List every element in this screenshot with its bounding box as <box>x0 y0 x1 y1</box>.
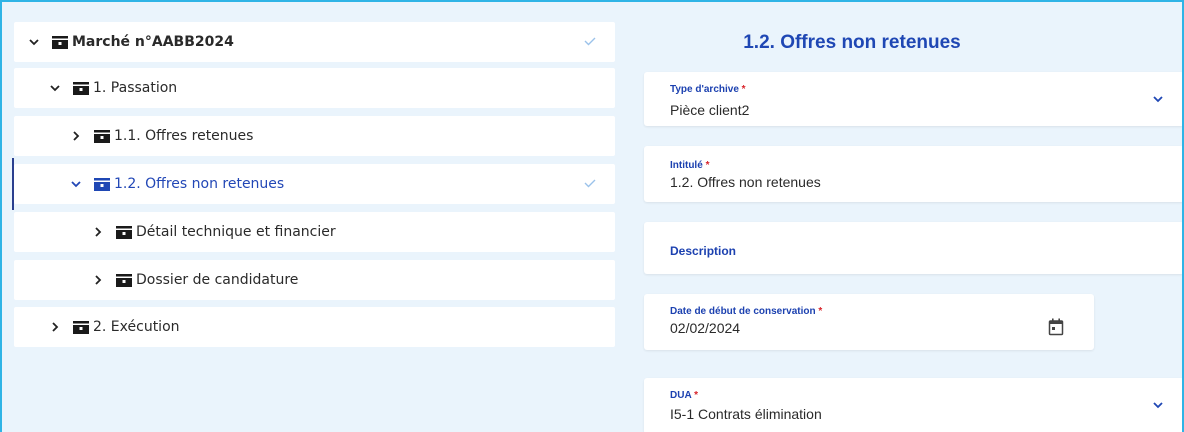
tree-node-dossier-candidature[interactable]: Dossier de candidature <box>14 260 615 300</box>
type-archive-select[interactable]: Type d'archive * Pièce client2 <box>644 72 1182 126</box>
tree-node-label: Détail technique et financier <box>136 224 336 240</box>
calendar-icon[interactable] <box>1048 318 1064 336</box>
tree-node-label: 1.1. Offres retenues <box>114 128 254 144</box>
description-label: Description <box>670 244 737 258</box>
folder-icon <box>116 225 132 239</box>
chevron-right-icon[interactable] <box>49 321 61 333</box>
tree-node-offres-retenues[interactable]: 1.1. Offres retenues <box>14 116 615 156</box>
tree-node-label: 1.2. Offres non retenues <box>114 176 285 192</box>
check-icon <box>583 34 597 48</box>
dua-select[interactable]: DUA * I5-1 Contrats élimination <box>644 378 1182 432</box>
dua-value: I5-1 Contrats élimination <box>670 406 822 422</box>
chevron-down-icon[interactable] <box>1152 396 1164 409</box>
chevron-down-icon[interactable] <box>1152 90 1164 103</box>
dua-label: DUA * <box>670 390 698 401</box>
chevron-right-icon[interactable] <box>92 274 104 286</box>
intitule-value: 1.2. Offres non retenues <box>670 174 821 190</box>
tree-node-offres-non-retenues[interactable]: 1.2. Offres non retenues <box>12 158 615 210</box>
check-icon <box>583 176 597 190</box>
chevron-right-icon[interactable] <box>92 226 104 238</box>
tree-node-label: Marché n°AABB2024 <box>72 34 234 50</box>
intitule-field[interactable]: Intitulé * 1.2. Offres non retenues <box>644 146 1182 202</box>
folder-icon <box>94 129 110 143</box>
folder-icon <box>73 320 89 334</box>
page-title: 1.2. Offres non retenues <box>743 32 961 53</box>
chevron-right-icon[interactable] <box>70 130 82 142</box>
tree-node-execution[interactable]: 2. Exécution <box>14 307 615 347</box>
chevron-down-icon[interactable] <box>28 36 40 48</box>
folder-icon <box>52 35 68 49</box>
app-frame: Marché n°AABB2024 1. Passation 1.1. Offr… <box>0 0 1184 432</box>
folder-icon <box>73 81 89 95</box>
description-field[interactable]: Description <box>644 222 1182 274</box>
date-debut-label: Date de début de conservation * <box>670 306 823 317</box>
intitule-label: Intitulé * <box>670 160 710 171</box>
tree-node-label: Dossier de candidature <box>136 272 299 288</box>
chevron-down-icon[interactable] <box>70 178 82 190</box>
date-debut-value: 02/02/2024 <box>670 320 741 336</box>
type-archive-label: Type d'archive * <box>670 84 746 95</box>
tree-node-label: 1. Passation <box>93 80 178 96</box>
tree-node-detail-technique[interactable]: Détail technique et financier <box>14 212 615 252</box>
date-debut-field[interactable]: Date de début de conservation * 02/02/20… <box>644 294 1094 350</box>
folder-icon <box>116 273 132 287</box>
folder-icon <box>94 177 110 191</box>
tree-node-marche[interactable]: Marché n°AABB2024 <box>14 22 615 62</box>
type-archive-value: Pièce client2 <box>670 102 750 118</box>
tree-node-label: 2. Exécution <box>93 319 180 335</box>
tree-node-passation[interactable]: 1. Passation <box>14 68 615 108</box>
chevron-down-icon[interactable] <box>49 82 61 94</box>
